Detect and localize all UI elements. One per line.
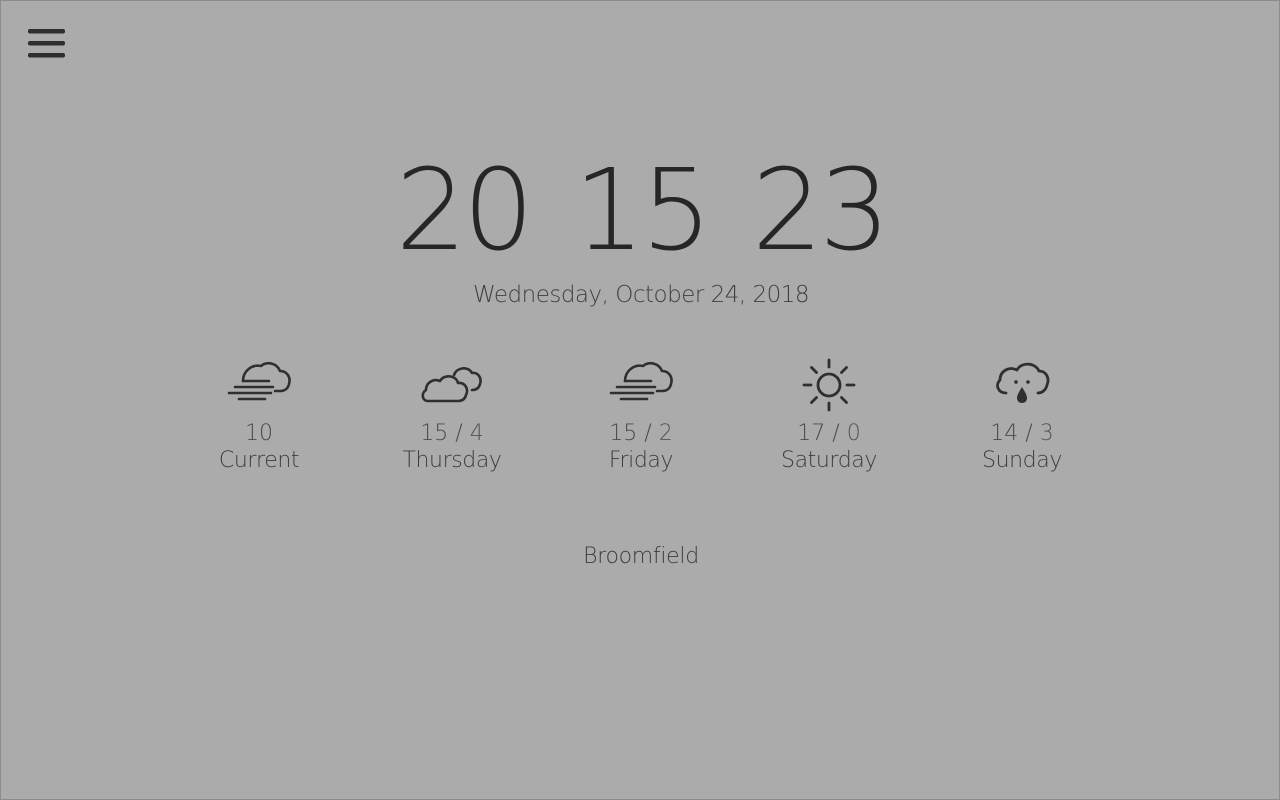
clock-minutes: 15 [573,146,713,276]
forecast-friday: 15 / 2 Friday [561,353,721,475]
forecast-day-label: Friday [608,448,674,473]
forecast-temp: 14 / 3 [990,421,1054,446]
clock-hours: 20 [395,146,535,276]
forecast-day-label: Current [218,448,300,473]
date-display: Wednesday, October 24, 2018 [472,282,810,308]
wind-cloud-icon [227,361,291,401]
forecast-saturday: 17 / 0 Saturday [749,353,909,475]
menu-button[interactable] [27,27,67,61]
forecast-day-label: Thursday [402,448,502,473]
rain-cloud-icon [996,362,1050,403]
clock-display: 20 15 23 [1,141,1280,281]
forecast-temp: 15 / 4 [420,421,484,446]
wind-cloud-icon [609,361,673,401]
clock-seconds: 23 [751,146,891,276]
location-label: Broomfield [583,544,699,569]
forecast-temp: 10 [245,421,273,446]
partly-cloudy-icon [421,367,482,403]
sun-icon [802,358,856,412]
forecast-temp: 15 / 2 [609,421,673,446]
forecast-temp: 17 / 0 [797,421,861,446]
forecast-day-label: Sunday [982,448,1062,473]
hamburger-menu-icon [28,29,65,58]
forecast-thursday: 15 / 4 Thursday [372,353,532,475]
forecast-current: 10 Current [179,353,339,475]
forecast-sunday: 14 / 3 Sunday [942,353,1102,475]
forecast-day-label: Saturday [781,448,877,473]
forecast-row: 10 Current 15 / 4 Thursday 15 / 2 Friday… [1,353,1280,493]
